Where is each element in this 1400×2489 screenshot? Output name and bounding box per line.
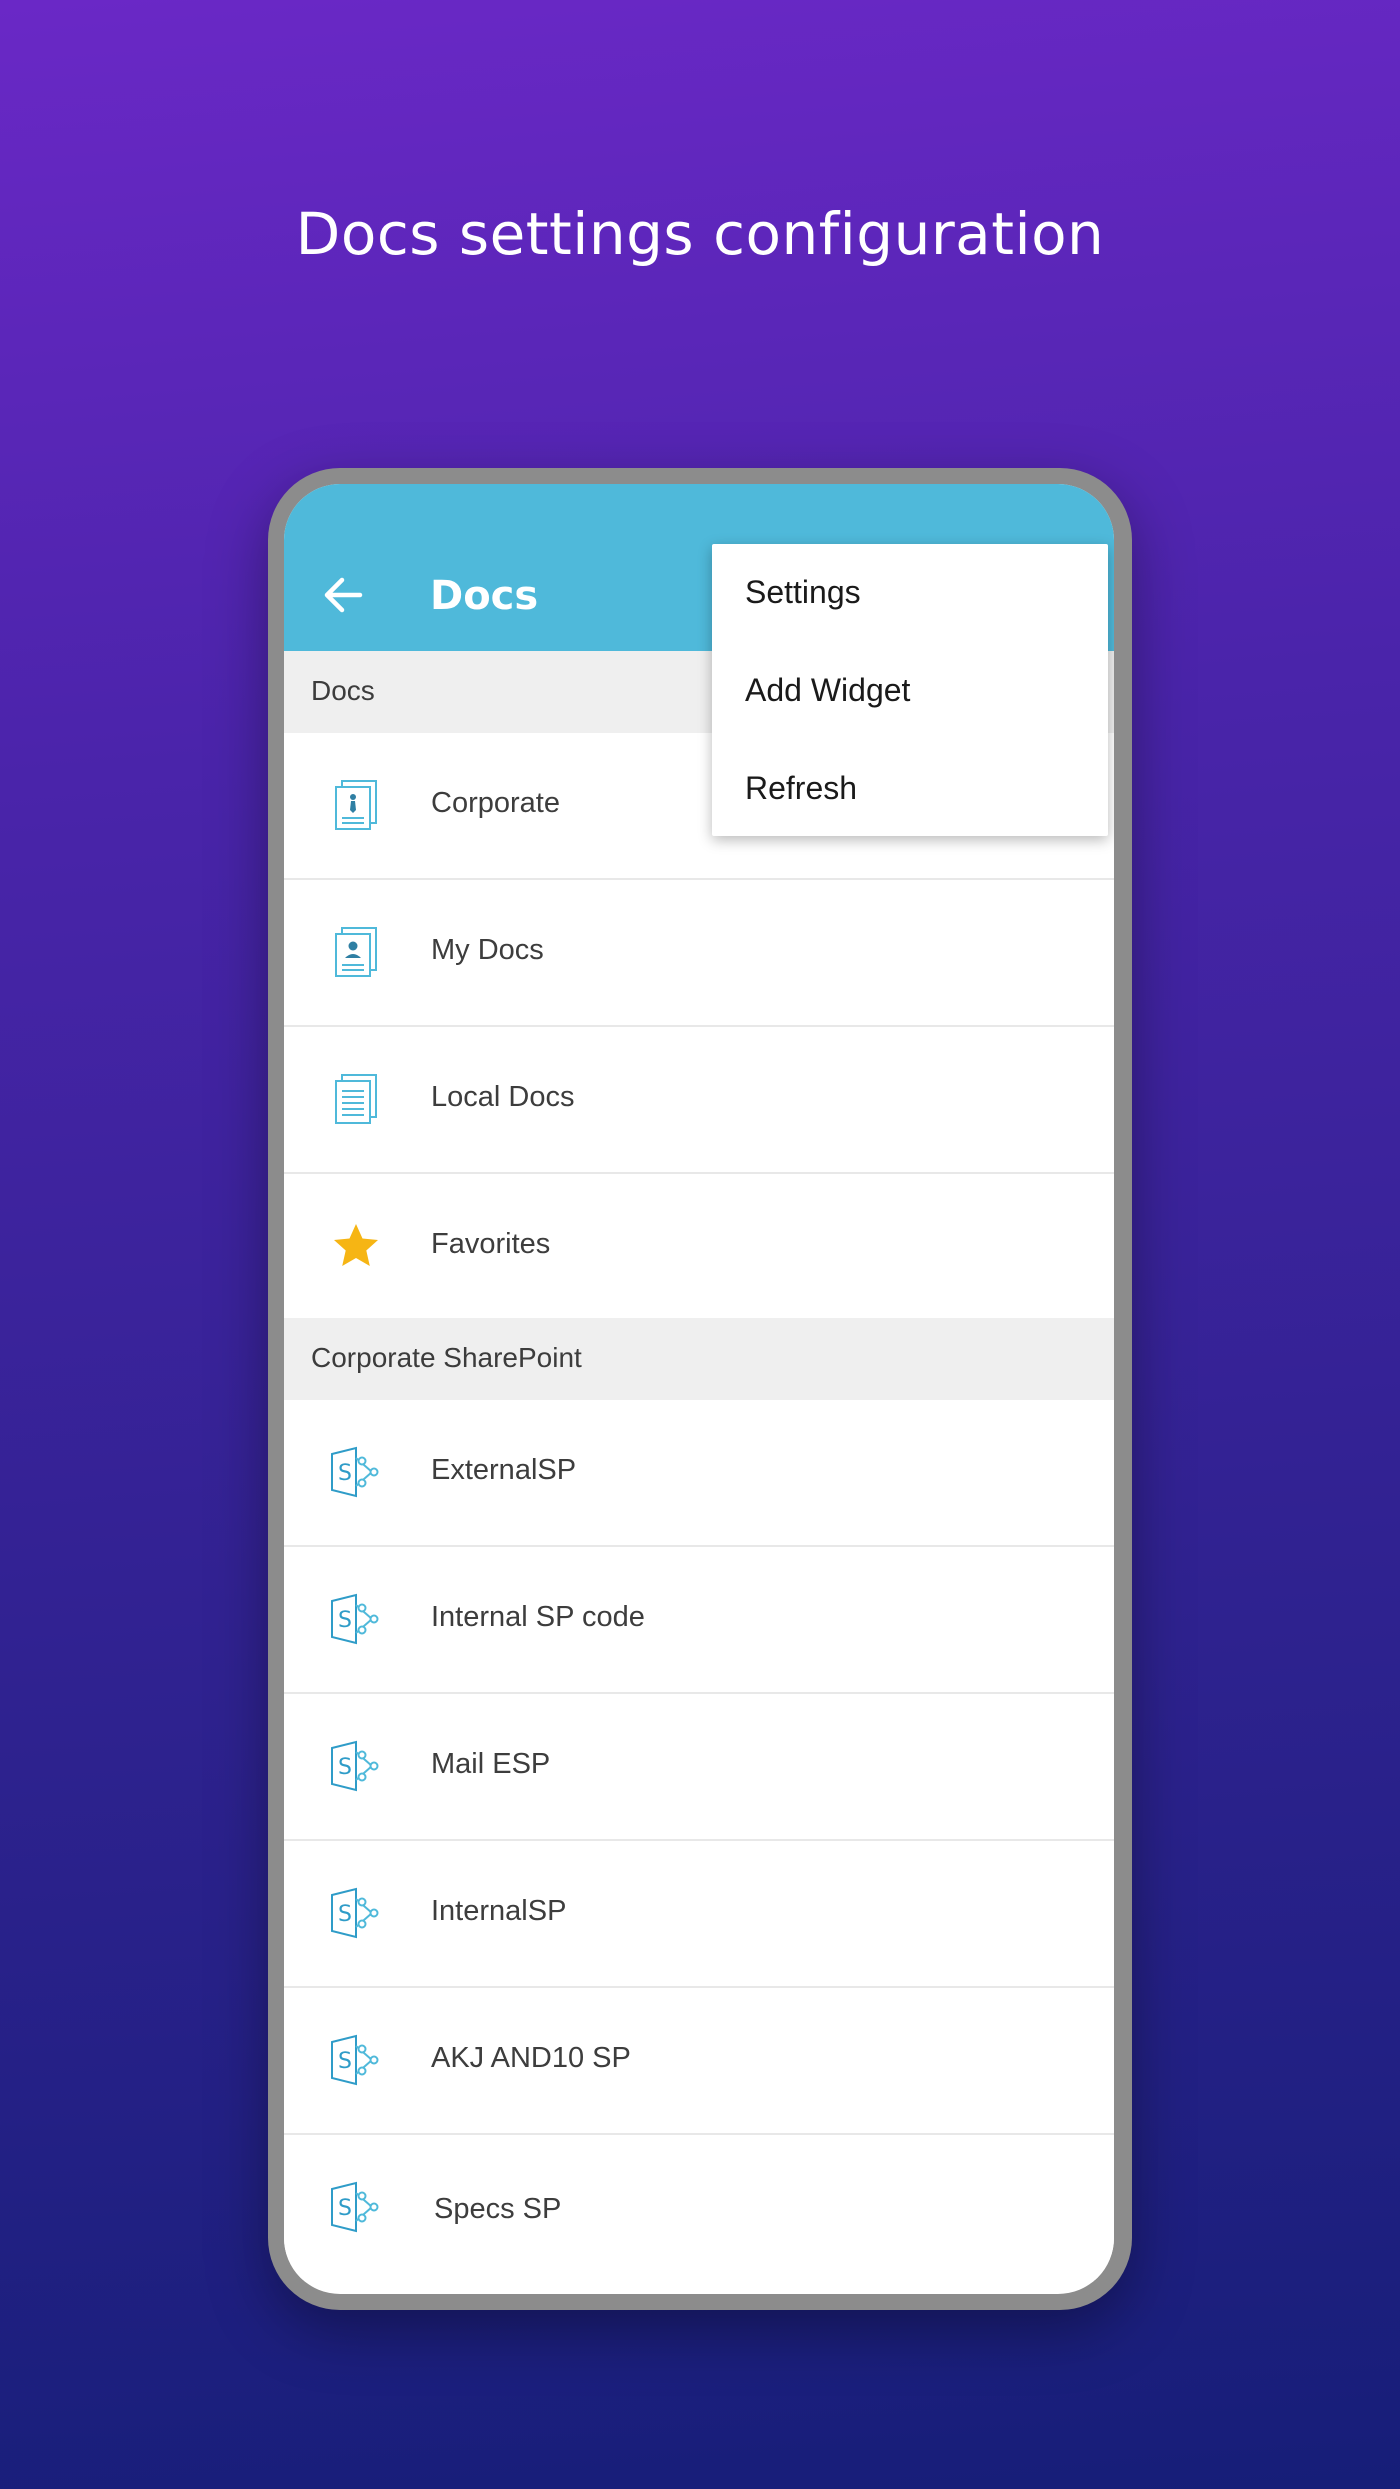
list-item-internal-sp-code[interactable]: S Internal SP code	[284, 1547, 1114, 1694]
svg-text:S: S	[338, 1902, 352, 1927]
list-item-label: Specs SP	[434, 2193, 562, 2225]
list-item-favorites[interactable]: Favorites	[284, 1174, 1114, 1319]
page-headline: Docs settings configuration	[295, 200, 1105, 268]
list-item-label: Corporate	[431, 787, 560, 819]
star-icon	[334, 1224, 378, 1266]
list-item-externalsp[interactable]: S ExternalSP	[284, 1400, 1114, 1547]
list-item-label: Mail ESP	[431, 1748, 551, 1780]
my-docs-icon	[335, 927, 377, 977]
sharepoint-icon: S	[331, 1740, 379, 1792]
list-item-label: Local Docs	[431, 1081, 575, 1113]
section-header-label: Corporate SharePoint	[311, 1342, 582, 1373]
sharepoint-icon: S	[331, 1446, 379, 1498]
corporate-doc-icon	[335, 780, 377, 830]
list-item-mail-esp[interactable]: S Mail ESP	[284, 1694, 1114, 1841]
menu-item-label: Add Widget	[745, 672, 911, 708]
sharepoint-icon: S	[331, 1593, 379, 1645]
svg-text:S: S	[338, 1755, 352, 1780]
list-item-label: Internal SP code	[431, 1601, 645, 1633]
list-item-label: AKJ AND10 SP	[431, 2042, 631, 2074]
menu-item-refresh[interactable]: Refresh	[712, 740, 1108, 836]
list-item-internalsp[interactable]: S InternalSP	[284, 1841, 1114, 1988]
svg-text:S: S	[338, 2196, 352, 2221]
menu-item-settings[interactable]: Settings	[712, 544, 1108, 640]
phone-frame: Docs Docs Corporate My Docs Local Docs F…	[268, 468, 1132, 2310]
list-item-label: Favorites	[431, 1228, 551, 1260]
local-docs-icon	[335, 1074, 377, 1124]
list-item-label: My Docs	[431, 934, 544, 966]
menu-item-label: Settings	[745, 574, 861, 610]
list-item-label: InternalSP	[431, 1895, 567, 1927]
list-item-akj-and10-sp[interactable]: S AKJ AND10 SP	[284, 1988, 1114, 2135]
arrow-left-icon[interactable]	[322, 574, 364, 616]
svg-text:S: S	[338, 1461, 352, 1486]
sharepoint-icon: S	[331, 1887, 379, 1939]
sharepoint-icon: S	[331, 2181, 379, 2233]
overflow-menu: Settings Add Widget Refresh	[712, 544, 1108, 836]
svg-text:S: S	[338, 2049, 352, 2074]
list-item-label: ExternalSP	[431, 1454, 577, 1486]
menu-item-add-widget[interactable]: Add Widget	[712, 642, 1108, 738]
menu-item-label: Refresh	[745, 770, 858, 806]
section-header-label: Docs	[311, 675, 375, 706]
list-item-my-docs[interactable]: My Docs	[284, 880, 1114, 1027]
app-bar-title: Docs	[430, 573, 539, 619]
list-item-specs-sp[interactable]: S Specs SP	[284, 2135, 1114, 2280]
list-item-local-docs[interactable]: Local Docs	[284, 1027, 1114, 1174]
svg-text:S: S	[338, 1608, 352, 1633]
sharepoint-icon: S	[331, 2034, 379, 2086]
app-screen: Docs Docs Corporate My Docs Local Docs F…	[284, 484, 1114, 2294]
section-header-sharepoint: Corporate SharePoint	[284, 1318, 1114, 1400]
